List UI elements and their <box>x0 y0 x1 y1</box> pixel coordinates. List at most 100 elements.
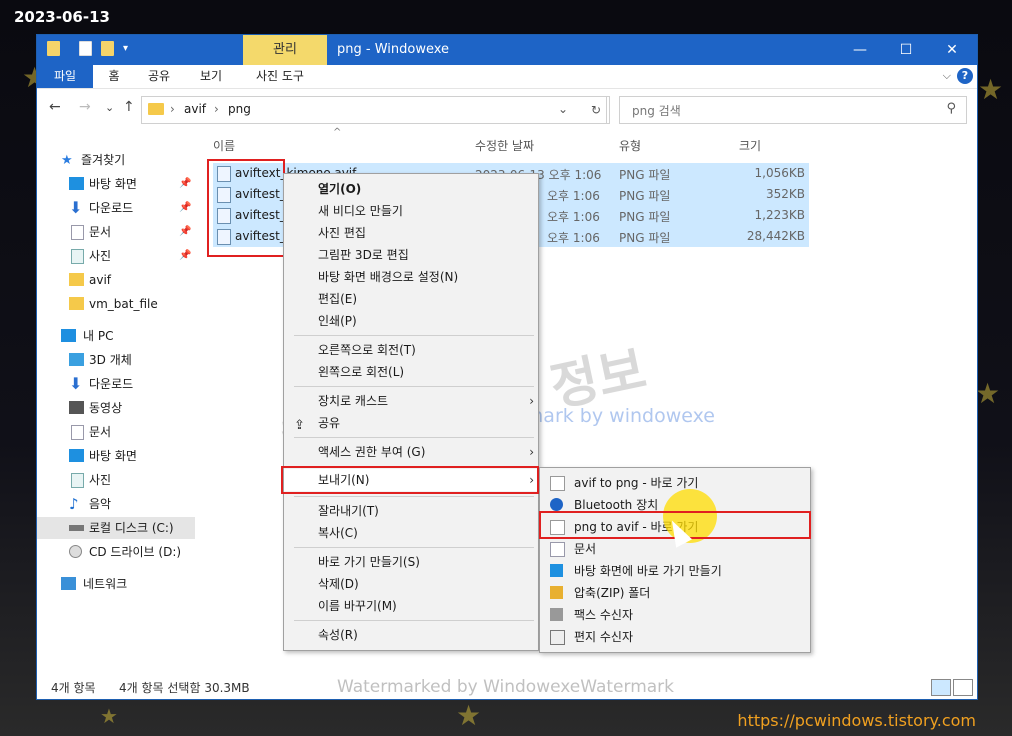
details-view-button[interactable] <box>931 679 951 696</box>
breadcrumb-avif[interactable]: avif <box>184 102 206 116</box>
menu-item-share[interactable]: ⇪ 공유 <box>284 412 538 434</box>
menu-item-fax[interactable]: 팩스 수신자 <box>540 604 810 626</box>
menu-item-avif-to-png[interactable]: avif to png - 바로 가기 <box>540 472 810 494</box>
menu-separator <box>294 386 534 387</box>
menu-item-delete[interactable]: 삭제(D) <box>284 573 538 595</box>
menu-item-copy[interactable]: 복사(C) <box>284 522 538 544</box>
column-header-type[interactable]: 유형 <box>619 137 641 154</box>
tab-home[interactable]: 홈 <box>99 65 129 88</box>
download-icon: ⬇ <box>69 198 83 217</box>
sidebar-item-network[interactable]: 네트워크 <box>37 573 195 595</box>
help-icon[interactable]: ? <box>957 68 973 84</box>
sidebar-item-local-disk-c[interactable]: 로컬 디스크 (C:) <box>37 517 195 539</box>
column-header-size[interactable]: 크기 <box>739 137 761 154</box>
folder-icon <box>47 41 60 56</box>
menu-item-zip[interactable]: 압축(ZIP) 폴더 <box>540 582 810 604</box>
sidebar-item-pictures-pc[interactable]: 사진 <box>37 469 195 491</box>
sidebar-item-videos[interactable]: 동영상 <box>37 397 195 419</box>
sidebar-item-cd-drive-d[interactable]: CD 드라이브 (D:) <box>37 541 195 563</box>
sidebar-item-pictures[interactable]: 사진 📌 <box>37 245 195 267</box>
sidebar-item-downloads-pc[interactable]: ⬇ 다운로드 <box>37 373 195 395</box>
sidebar-item-vm-bat-file[interactable]: vm_bat_file <box>37 293 195 315</box>
sidebar-item-documents-pc[interactable]: 문서 <box>37 421 195 443</box>
address-bar[interactable]: › avif › png ⌄ <box>141 96 607 124</box>
tab-share[interactable]: 공유 <box>141 65 177 88</box>
bluetooth-icon <box>550 498 563 511</box>
minimize-button[interactable]: — <box>837 35 883 65</box>
status-bar: 4개 항목 4개 항목 선택함 30.3MB <box>37 675 977 699</box>
large-icons-view-button[interactable] <box>953 679 973 696</box>
menu-item-properties[interactable]: 속성(R) <box>284 624 538 646</box>
chevron-down-icon[interactable]: ▾ <box>123 43 128 54</box>
menu-item-edit-photo[interactable]: 사진 편집 <box>284 222 538 244</box>
column-header-date[interactable]: 수정한 날짜 <box>475 137 534 154</box>
search-input[interactable]: png 검색 ⚲ <box>619 96 967 124</box>
star-decoration: ★ <box>978 73 1004 106</box>
pictures-icon <box>71 249 84 264</box>
menu-item-mail[interactable]: 편지 수신자 <box>540 626 810 648</box>
document-icon <box>550 542 565 557</box>
sidebar-item-music[interactable]: ♪ 음악 <box>37 493 195 515</box>
sidebar-item-documents[interactable]: 문서 📌 <box>37 221 195 243</box>
menu-item-edit[interactable]: 편집(E) <box>284 288 538 310</box>
column-header-name[interactable]: 이름 <box>213 137 235 154</box>
document-icon <box>71 225 84 240</box>
maximize-button[interactable]: ☐ <box>883 35 929 65</box>
pc-icon <box>61 329 76 342</box>
navigation-bar: ← → ⌄ ↑ › avif › png ⌄ ↻ png 검색 ⚲ <box>37 91 977 127</box>
menu-item-cast[interactable]: 장치로 캐스트 › <box>284 390 538 412</box>
new-folder-icon[interactable] <box>101 41 114 56</box>
network-icon <box>61 577 76 590</box>
star-decoration: ★ <box>456 699 482 732</box>
close-button[interactable]: ✕ <box>929 35 975 65</box>
breadcrumb-separator: › <box>214 102 219 116</box>
menu-separator <box>294 437 534 438</box>
menu-item-desktop-shortcut[interactable]: 바탕 화면에 바로 가기 만들기 <box>540 560 810 582</box>
history-dropdown[interactable]: ⌄ <box>105 101 114 114</box>
chevron-down-icon[interactable]: ⌵ <box>943 69 951 83</box>
menu-separator <box>294 496 534 497</box>
pin-icon[interactable]: 📌 <box>179 245 191 267</box>
folder-icon <box>148 103 164 115</box>
pin-icon[interactable]: 📌 <box>179 197 191 219</box>
tab-view[interactable]: 보기 <box>193 65 229 88</box>
cube-icon <box>69 353 84 366</box>
menu-item-print[interactable]: 인쇄(P) <box>284 310 538 332</box>
menu-item-rotate-left[interactable]: 왼쪽으로 회전(L) <box>284 361 538 383</box>
menu-item-give-access[interactable]: 액세스 권한 부여 (G) › <box>284 441 538 463</box>
menu-item-rotate-right[interactable]: 오른쪽으로 회전(T) <box>284 339 538 361</box>
search-placeholder: png 검색 <box>632 104 681 118</box>
up-button[interactable]: ↑ <box>123 99 135 115</box>
menu-item-create-shortcut[interactable]: 바로 가기 만들기(S) <box>284 551 538 573</box>
menu-item-cut[interactable]: 잘라내기(T) <box>284 500 538 522</box>
desktop-icon <box>69 177 84 190</box>
search-icon: ⚲ <box>946 101 956 116</box>
sidebar-item-3d-objects[interactable]: 3D 개체 <box>37 349 195 371</box>
date-overlay: 2023-06-13 <box>14 8 110 26</box>
menu-item-rename[interactable]: 이름 바꾸기(M) <box>284 595 538 617</box>
address-dropdown[interactable]: ⌄ <box>558 102 568 116</box>
back-button[interactable]: ← <box>49 99 61 115</box>
properties-icon[interactable] <box>79 41 92 56</box>
breadcrumb-png[interactable]: png <box>228 102 251 116</box>
sidebar-item-avif[interactable]: avif <box>37 269 195 291</box>
sidebar-item-quick-access[interactable]: ★ 즐겨찾기 <box>37 149 195 171</box>
tab-file[interactable]: 파일 <box>37 65 93 88</box>
pin-icon[interactable]: 📌 <box>179 173 191 195</box>
sidebar-item-desktop-pc[interactable]: 바탕 화면 <box>37 445 195 467</box>
menu-item-open[interactable]: 열기(O) <box>284 178 538 200</box>
menu-item-set-wallpaper[interactable]: 바탕 화면 배경으로 설정(N) <box>284 266 538 288</box>
menu-item-paint3d[interactable]: 그림판 3D로 편집 <box>284 244 538 266</box>
tab-picture-tools[interactable]: 사진 도구 <box>249 65 311 88</box>
sidebar-item-this-pc[interactable]: 내 PC <box>37 325 195 347</box>
tab-manage[interactable]: 관리 <box>243 35 327 65</box>
sidebar-item-desktop[interactable]: 바탕 화면 📌 <box>37 173 195 195</box>
refresh-button[interactable]: ↻ <box>583 96 610 124</box>
pin-icon[interactable]: 📌 <box>179 221 191 243</box>
sidebar-item-downloads[interactable]: ⬇ 다운로드 📌 <box>37 197 195 219</box>
navigation-pane: ★ 즐겨찾기 바탕 화면 📌 ⬇ 다운로드 📌 문서 📌 사진 📌 avif v… <box>37 135 197 655</box>
selection-info: 4개 항목 선택함 30.3MB <box>119 681 250 695</box>
menu-item-new-video[interactable]: 새 비디오 만들기 <box>284 200 538 222</box>
title-bar[interactable]: ▾ 관리 png - Windowexe — ☐ ✕ <box>37 35 977 65</box>
forward-button[interactable]: → <box>79 99 91 115</box>
